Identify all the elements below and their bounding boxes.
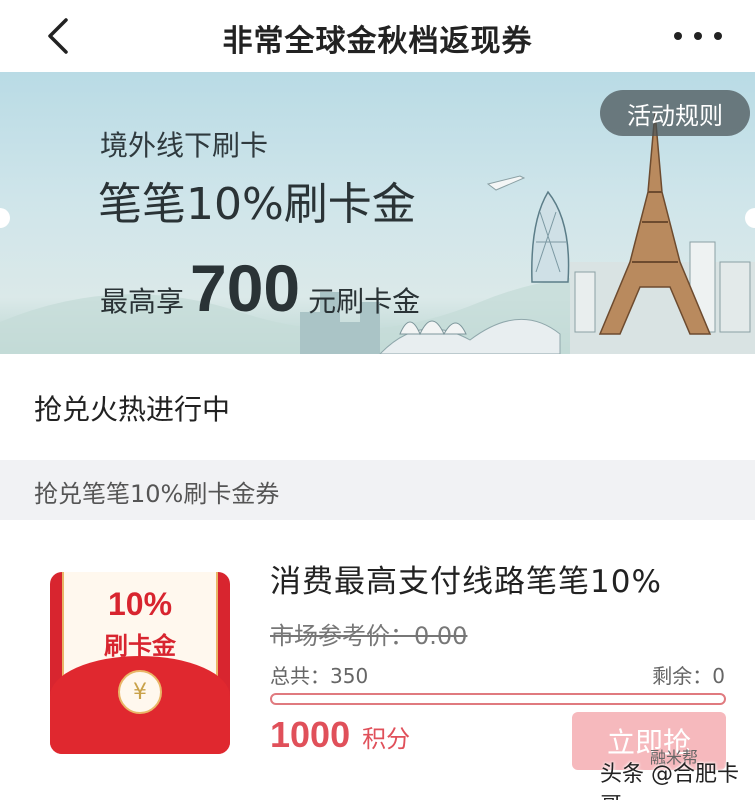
banner-max-reward: 最高享 700 元刷卡金 bbox=[100, 250, 420, 326]
banner-subtitle: 境外线下刷卡 bbox=[100, 129, 269, 162]
redeem-status-text: 抢兑火热进行中 bbox=[34, 393, 231, 426]
market-reference-price: 市场参考价：0.00 bbox=[270, 622, 468, 650]
coupon-title: 消费最高支付线路笔笔10% bbox=[270, 564, 662, 600]
points-unit: 积分 bbox=[362, 725, 411, 753]
top-nav-bar: 非常全球金秋档返现券 bbox=[0, 0, 755, 72]
points-value: 1000 bbox=[270, 714, 351, 755]
yuan-coin-icon: ¥ bbox=[118, 670, 162, 714]
max-reward-prefix: 最高享 bbox=[100, 285, 185, 318]
section-title: 抢兑笔笔10%刷卡金券 bbox=[34, 480, 280, 508]
promo-banner: 活动规则 境外线下刷卡 笔笔10%刷卡金 最高享 700 元刷卡金 bbox=[0, 72, 755, 354]
total-quantity: 总共：350 bbox=[270, 664, 369, 688]
points-price: 1000 积分 bbox=[270, 714, 410, 756]
banner-headline: 笔笔10%刷卡金 bbox=[98, 179, 416, 230]
more-options-button[interactable] bbox=[668, 18, 728, 54]
more-dot-icon bbox=[694, 32, 702, 40]
remaining-quantity: 剩余：0 bbox=[652, 664, 725, 688]
more-dot-icon bbox=[674, 32, 682, 40]
red-envelope-icon: 10% 刷卡金 ¥ bbox=[50, 572, 230, 754]
stock-progress-bar bbox=[270, 693, 726, 705]
max-reward-suffix: 元刷卡金 bbox=[308, 285, 421, 318]
watermark-text: 头条 @合肥卡哥 bbox=[600, 762, 739, 800]
max-reward-amount: 700 bbox=[190, 251, 301, 325]
more-dot-icon bbox=[714, 32, 722, 40]
envelope-percent: 10% bbox=[107, 586, 173, 622]
activity-rules-button[interactable]: 活动规则 bbox=[600, 90, 750, 136]
section-header: 抢兑笔笔10%刷卡金券 bbox=[0, 460, 755, 520]
page-title: 非常全球金秋档返现券 bbox=[222, 24, 533, 59]
